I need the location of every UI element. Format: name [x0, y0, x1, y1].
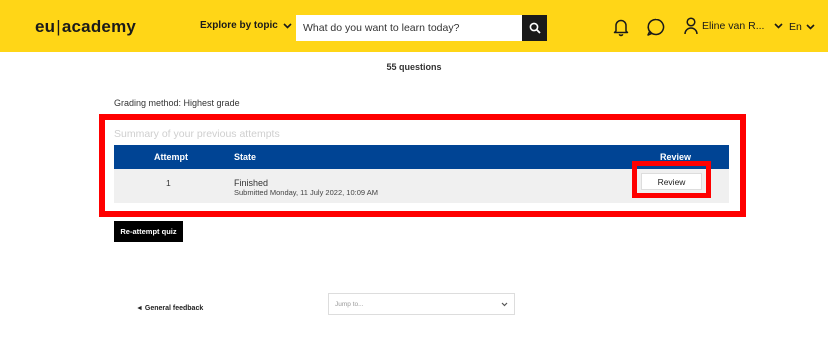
- reattempt-quiz-button[interactable]: Re-attempt quiz: [114, 221, 183, 242]
- eu-academy-logo[interactable]: eu|academy: [35, 17, 136, 37]
- review-button[interactable]: Review: [641, 173, 702, 190]
- chat-icon[interactable]: [646, 17, 666, 37]
- grading-method: Grading method: Highest grade: [114, 98, 240, 108]
- chevron-down-icon: [501, 302, 508, 306]
- attempt-submitted-time: Submitted Monday, 11 July 2022, 10:09 AM: [234, 188, 378, 197]
- chevron-down-icon: [774, 23, 784, 29]
- logo-text-eu: eu: [35, 17, 56, 36]
- attempt-state: Finished: [234, 178, 269, 188]
- explore-by-topic-menu[interactable]: Explore by topic: [200, 20, 292, 31]
- jump-to-placeholder: Jump to...: [335, 300, 364, 308]
- logo-separator: |: [56, 17, 61, 36]
- bell-icon[interactable]: [612, 17, 630, 37]
- attempt-number: 1: [166, 178, 171, 188]
- user-icon: [684, 17, 698, 35]
- language-label: En: [789, 21, 802, 33]
- summary-title: Summary of your previous attempts: [114, 128, 280, 140]
- language-selector[interactable]: En: [789, 21, 815, 33]
- user-menu[interactable]: Eline van R...: [684, 17, 784, 35]
- search-input[interactable]: [296, 15, 522, 41]
- search-bar: [296, 15, 547, 41]
- top-navigation-bar: eu|academy Explore by topic Eline van R.…: [0, 0, 828, 52]
- search-icon: [529, 22, 541, 34]
- chevron-down-icon: [806, 24, 815, 30]
- column-header-attempt: Attempt: [154, 152, 188, 162]
- questions-count: 55 questions: [386, 62, 442, 72]
- logo-text-academy: academy: [61, 17, 137, 36]
- column-header-state: State: [234, 152, 257, 162]
- chevron-down-icon: [283, 22, 292, 29]
- jump-to-select[interactable]: Jump to...: [328, 293, 515, 315]
- user-name: Eline van R...: [702, 20, 765, 32]
- search-button[interactable]: [522, 15, 547, 41]
- general-feedback-link[interactable]: ◄ General feedback: [136, 305, 203, 312]
- explore-label: Explore by topic: [200, 20, 278, 31]
